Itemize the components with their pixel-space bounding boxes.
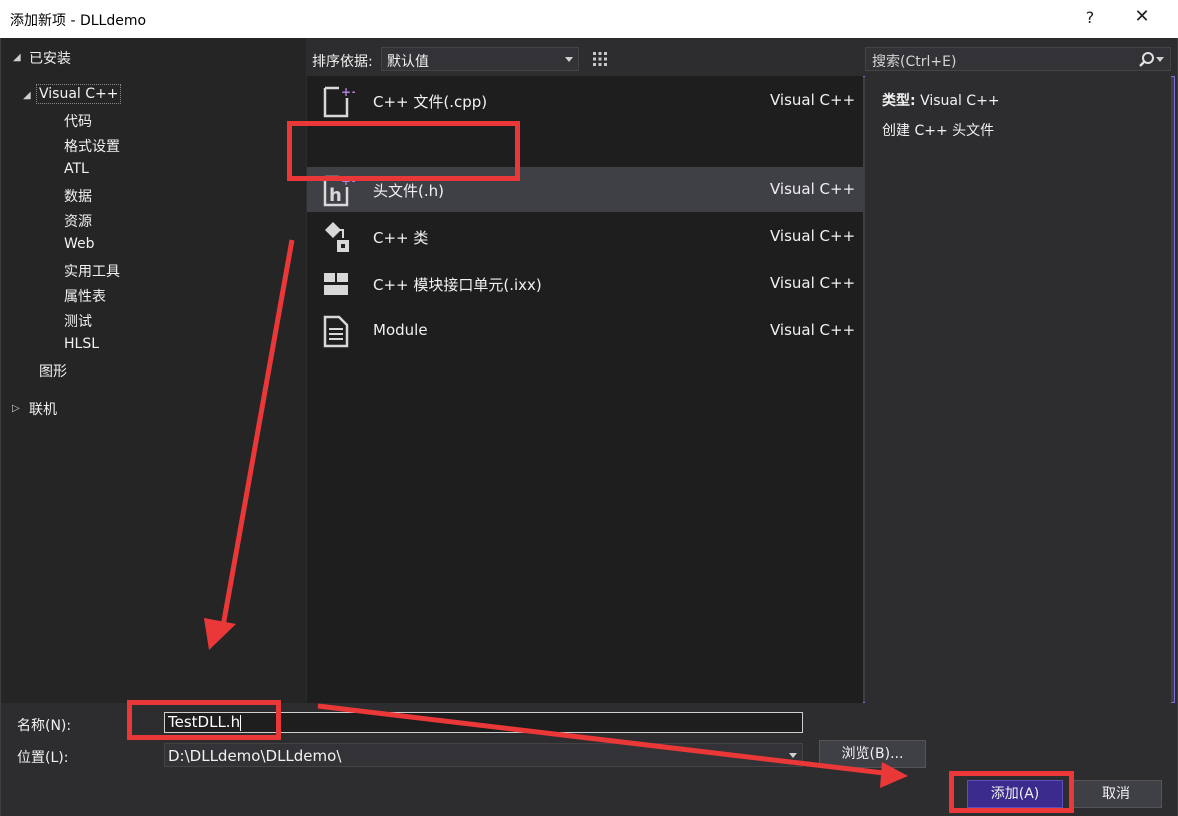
title-bar: 添加新项 - DLLdemo ? ✕ (0, 0, 1178, 38)
detail-type: 类型: Visual C++ (882, 90, 1000, 110)
search-input[interactable]: 搜索(Ctrl+E) (865, 47, 1171, 71)
module-interface-icon (321, 267, 355, 301)
sort-value: 默认值 (387, 54, 429, 70)
browse-button[interactable]: 浏览(B)... (819, 740, 926, 768)
location-dropdown[interactable]: D:\DLLdemo\DLLdemo\ (164, 743, 803, 767)
tree-item-resource[interactable]: 资源 (64, 211, 92, 231)
tree-item-data[interactable]: 数据 (64, 186, 92, 206)
module-icon (321, 314, 355, 348)
sort-label: 排序依据: (312, 54, 373, 70)
expanded-arrow-icon[interactable]: ◢ (13, 52, 21, 63)
cancel-button[interactable]: 取消 (1070, 780, 1162, 808)
collapsed-arrow-icon[interactable]: ▷ (12, 403, 20, 414)
svg-text:++: ++ (341, 85, 355, 99)
list-item[interactable]: C++ 类 Visual C++ (307, 214, 863, 259)
list-item[interactable]: ++ C++ 文件(.cpp) Visual C++ (307, 78, 863, 123)
tree-item-code[interactable]: 代码 (64, 111, 92, 131)
chevron-down-icon (565, 57, 573, 62)
name-label: 名称(N): (17, 718, 72, 734)
expanded-arrow-icon[interactable]: ◢ (23, 90, 31, 101)
tree-item-utility[interactable]: 实用工具 (64, 261, 120, 281)
template-language: Visual C++ (770, 227, 856, 245)
tree-item-online[interactable]: 联机 (29, 399, 57, 419)
category-tree: ◢ 已安装 ◢ Visual C++ 代码 格式设置 ATL 数据 资源 Web… (1, 38, 306, 703)
template-language: Visual C++ (770, 91, 856, 109)
detail-type-label: 类型: (882, 93, 916, 109)
tree-item-atl[interactable]: ATL (64, 161, 89, 177)
list-item[interactable]: C++ 模块接口单元(.ixx) Visual C++ (307, 261, 863, 306)
template-name: Module (373, 321, 428, 339)
location-label: 位置(L): (17, 750, 69, 766)
tree-item-property-sheet[interactable]: 属性表 (64, 286, 106, 306)
help-button[interactable]: ? (1080, 8, 1100, 27)
tree-item-test[interactable]: 测试 (64, 311, 92, 331)
search-icon[interactable] (1138, 51, 1156, 73)
annotation-highlight-name (127, 700, 281, 740)
template-language: Visual C++ (770, 180, 856, 198)
tree-item-web[interactable]: Web (64, 236, 95, 252)
template-name: C++ 类 (373, 229, 429, 247)
tree-item-formatting[interactable]: 格式设置 (64, 136, 120, 156)
search-placeholder: 搜索(Ctrl+E) (872, 54, 957, 70)
tree-item-hlsl[interactable]: HLSL (64, 336, 99, 352)
grid-view-icon[interactable] (588, 47, 612, 71)
template-name: C++ 模块接口单元(.ixx) (373, 276, 542, 294)
list-item[interactable]: Module Visual C++ (307, 308, 863, 353)
cpp-file-icon: ++ (321, 84, 361, 118)
detail-panel: 类型: Visual C++ 创建 C++ 头文件 (865, 76, 1171, 703)
detail-type-value: Visual C++ (920, 93, 1000, 109)
template-language: Visual C++ (770, 274, 856, 292)
svg-text:h: h (329, 185, 342, 206)
tree-item-installed[interactable]: 已安装 (29, 48, 71, 68)
annotation-highlight-header (287, 121, 520, 181)
close-button[interactable]: ✕ (1130, 6, 1154, 27)
detail-description: 创建 C++ 头文件 (882, 123, 995, 139)
template-name: C++ 文件(.cpp) (373, 93, 488, 111)
chevron-down-icon[interactable] (1156, 57, 1164, 62)
tree-item-graphics[interactable]: 图形 (39, 361, 67, 381)
window-title: 添加新项 - DLLdemo (10, 13, 147, 29)
cpp-class-icon (321, 220, 355, 254)
tree-item-visual-cpp[interactable]: Visual C++ (35, 84, 122, 104)
template-language: Visual C++ (770, 321, 856, 339)
annotation-highlight-add (949, 771, 1074, 813)
location-value: D:\DLLdemo\DLLdemo\ (168, 747, 342, 765)
chevron-down-icon (789, 753, 797, 758)
template-name: 头文件(.h) (373, 182, 444, 200)
sort-dropdown[interactable]: 默认值 (381, 47, 579, 71)
